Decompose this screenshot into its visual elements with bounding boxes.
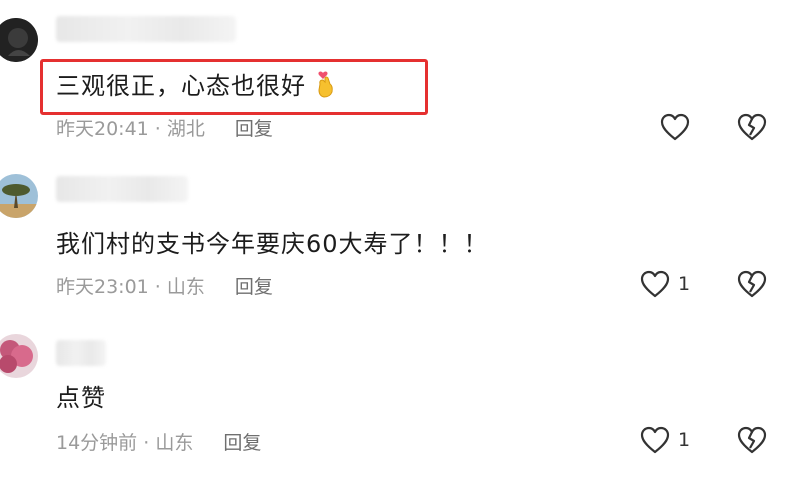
heart-outline-icon (660, 113, 690, 141)
comment-time: 14分钟前 (56, 432, 138, 454)
comment-text-content: 三观很正，心态也很好 (56, 72, 306, 100)
meta-separator: · (148, 276, 167, 298)
heart-outline-icon (640, 270, 670, 298)
comment-text-1: 三观很正，心态也很好 (56, 66, 337, 101)
comment-item-1: 三观很正，心态也很好 昨天20:41 · 湖北 回复 (0, 0, 800, 160)
heart-outline-icon (640, 426, 670, 454)
broken-heart-icon (737, 113, 767, 141)
like-button-1[interactable] (660, 113, 698, 141)
dislike-button-1[interactable] (737, 113, 767, 141)
commenter-name-blurred-2[interactable] (56, 176, 188, 202)
like-button-2[interactable]: 1 (640, 270, 690, 298)
commenter-name-blurred-3[interactable] (56, 340, 106, 366)
comment-meta-2: 昨天23:01 · 山东 回复 (56, 272, 273, 299)
reply-button[interactable]: 回复 (235, 276, 273, 298)
comment-time: 昨天20:41 (56, 118, 149, 140)
comment-location: 山东 (166, 276, 205, 298)
commenter-avatar-2[interactable] (0, 174, 38, 218)
comment-meta-1: 昨天20:41 · 湖北 回复 (56, 114, 273, 141)
comment-meta-3: 14分钟前 · 山东 回复 (56, 428, 261, 455)
comment-location: 湖北 (166, 118, 205, 140)
broken-heart-icon (737, 270, 767, 298)
comment-time: 昨天23:01 (56, 276, 149, 298)
broken-heart-icon (737, 426, 767, 454)
dislike-button-3[interactable] (737, 426, 767, 454)
reply-button[interactable]: 回复 (223, 432, 261, 454)
reply-button[interactable]: 回复 (235, 118, 273, 140)
dislike-button-2[interactable] (737, 270, 767, 298)
comment-location: 山东 (155, 432, 194, 454)
like-button-3[interactable]: 1 (640, 426, 690, 454)
meta-separator: · (137, 432, 156, 454)
comment-item-2: 我们村的支书今年要庆60大寿了！！！ 昨天23:01 · 山东 回复 1 (0, 160, 800, 320)
like-count: 1 (678, 273, 691, 295)
commenter-avatar-3[interactable] (0, 334, 38, 378)
comment-text-3: 点赞 (56, 384, 106, 412)
like-count: 1 (678, 429, 691, 451)
finger-heart-emoji-icon (315, 70, 337, 98)
meta-separator: · (148, 118, 167, 140)
comment-item-3: 点赞 14分钟前 · 山东 回复 1 (0, 320, 800, 488)
commenter-avatar-1[interactable] (0, 18, 38, 62)
comment-text-2: 我们村的支书今年要庆60大寿了！！！ (56, 230, 489, 258)
commenter-name-blurred-1[interactable] (56, 16, 236, 42)
